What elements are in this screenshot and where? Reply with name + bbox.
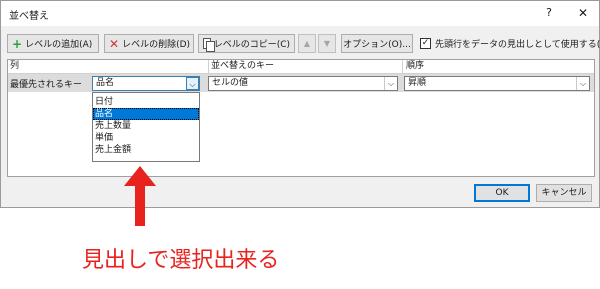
dropdown-option[interactable]: 売上金額 xyxy=(93,144,199,156)
add-level-button[interactable]: + レベルの追加(A) xyxy=(7,34,99,53)
options-label: オプション(O)... xyxy=(343,40,411,50)
header-checkbox-label: 先頭行をデータの見出しとして使用する(H) xyxy=(435,40,600,50)
copy-level-label: レベルのコピー(C) xyxy=(213,40,290,50)
column-header: 列 xyxy=(10,61,20,71)
sort-levels-grid: 列 並べ替えのキー 順序 最優先されるキー 品名 ⌵ セルの値 ⌵ 昇順 ⌵ 日… xyxy=(7,59,595,177)
dropdown-option-selected[interactable]: 品名 xyxy=(93,108,199,120)
delete-level-button[interactable]: ✕ レベルの削除(D) xyxy=(104,34,194,53)
checkmark-icon[interactable]: ✓ xyxy=(420,38,431,49)
sort-dialog: 並べ替え ? ✕ + レベルの追加(A) ✕ レベルの削除(D) レベルのコピー… xyxy=(0,0,600,208)
copy-level-button[interactable]: レベルのコピー(C) xyxy=(198,34,295,53)
sort-on-combo-value: セルの値 xyxy=(212,78,249,88)
copy-icon xyxy=(203,38,215,52)
chevron-down-icon[interactable]: ⌵ xyxy=(384,77,397,90)
header-checkbox-row[interactable]: ✓ 先頭行をデータの見出しとして使用する(H) xyxy=(420,37,600,50)
plus-icon: + xyxy=(12,36,23,51)
move-down-button[interactable]: ▼ xyxy=(318,34,336,53)
move-up-button[interactable]: ▲ xyxy=(298,34,316,53)
header-divider xyxy=(402,60,403,73)
add-level-label: レベルの追加(A) xyxy=(25,40,93,50)
dropdown-option[interactable]: 日付 xyxy=(93,96,199,108)
sort-on-header: 並べ替えのキー xyxy=(211,61,275,71)
order-header: 順序 xyxy=(406,61,425,71)
annotation-text: 見出しで選択出来る xyxy=(82,248,280,273)
title-bar: 並べ替え ? ✕ xyxy=(1,1,599,26)
dropdown-option[interactable]: 単価 xyxy=(93,132,199,144)
cancel-button[interactable]: キャンセル xyxy=(536,184,592,202)
row-label: 最優先されるキー xyxy=(10,80,83,90)
column-combo[interactable]: 品名 ⌵ xyxy=(92,76,200,91)
sort-on-combo[interactable]: セルの値 ⌵ xyxy=(208,76,398,91)
dialog-title: 並べ替え xyxy=(9,11,49,22)
delete-level-label: レベルの削除(D) xyxy=(122,40,191,50)
order-combo[interactable]: 昇順 ⌵ xyxy=(404,76,590,91)
chevron-down-icon[interactable]: ⌵ xyxy=(186,77,199,90)
x-icon: ✕ xyxy=(109,36,120,51)
options-button[interactable]: オプション(O)... xyxy=(341,34,413,53)
column-combo-value: 品名 xyxy=(96,78,115,88)
red-arrow-annotation xyxy=(124,166,156,226)
chevron-down-icon[interactable]: ⌵ xyxy=(576,77,589,90)
column-dropdown-list: 日付 品名 売上数量 単価 売上金額 xyxy=(92,92,200,162)
order-combo-value: 昇順 xyxy=(408,78,427,88)
ok-button[interactable]: OK xyxy=(474,184,530,202)
close-button[interactable]: ✕ xyxy=(575,5,591,21)
dropdown-option[interactable]: 売上数量 xyxy=(93,120,199,132)
help-button[interactable]: ? xyxy=(541,5,557,21)
